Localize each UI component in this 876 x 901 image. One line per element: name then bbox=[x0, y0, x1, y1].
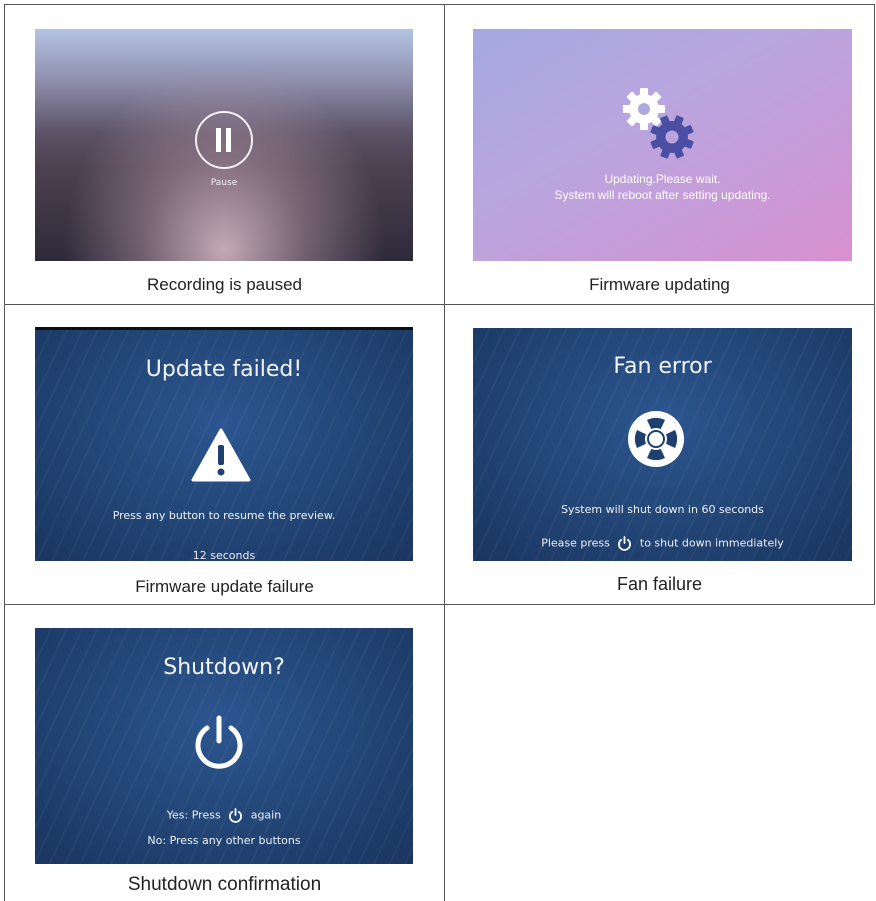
fan-error-message: System will shut down in 60 seconds bbox=[561, 503, 764, 516]
cell-firmware-updating: Updating.Please wait. System will reboot… bbox=[445, 5, 874, 304]
updating-message-line2: System will reboot after setting updatin… bbox=[554, 188, 771, 202]
pause-screen: Pause bbox=[35, 29, 413, 261]
fan-icon bbox=[627, 410, 685, 468]
cell-caption: Recording is paused bbox=[147, 275, 302, 294]
shutdown-title: Shutdown? bbox=[163, 655, 285, 680]
updating-screen: Updating.Please wait. System will reboot… bbox=[473, 29, 852, 261]
shutdown-no-line: No: Press any other buttons bbox=[147, 834, 301, 847]
cell-fan-failure: Fan error System will shut down in 60 se… bbox=[445, 305, 874, 604]
fan-error-press-line: Please press to shut down immediately bbox=[473, 536, 852, 551]
cell-shutdown-confirmation: Shutdown? Yes: Press again No: Press any… bbox=[5, 605, 444, 901]
warning-icon bbox=[190, 427, 252, 483]
yes-suffix: again bbox=[250, 808, 282, 822]
update-failed-countdown: 12 seconds bbox=[192, 549, 256, 561]
fan-error-title: Fan error bbox=[613, 354, 712, 379]
update-failed-title: Update failed! bbox=[145, 357, 303, 382]
press-prefix: Please press bbox=[541, 536, 610, 550]
shutdown-screen: Shutdown? Yes: Press again No: Press any… bbox=[35, 628, 413, 864]
cell-recording-paused: Pause Recording is paused bbox=[5, 5, 444, 304]
update-failed-message: Press any button to resume the preview. bbox=[112, 509, 336, 522]
update-failed-screen: Update failed! Press any button to resum… bbox=[35, 327, 413, 561]
cell-caption: Shutdown confirmation bbox=[127, 874, 322, 895]
table-border-right bbox=[874, 4, 875, 605]
power-icon bbox=[191, 714, 247, 772]
pause-icon bbox=[214, 128, 234, 152]
cell-caption: Fan failure bbox=[616, 574, 703, 594]
power-icon bbox=[617, 536, 632, 551]
gears-icon bbox=[620, 83, 700, 163]
pause-button[interactable] bbox=[195, 111, 253, 169]
yes-prefix: Yes: Press bbox=[166, 808, 221, 822]
cell-caption: Firmware update failure bbox=[135, 577, 314, 596]
cell-empty bbox=[445, 605, 875, 901]
press-suffix: to shut down immediately bbox=[639, 536, 784, 550]
fan-error-screen: Fan error System will shut down in 60 se… bbox=[473, 328, 852, 561]
power-icon bbox=[228, 808, 243, 823]
cell-firmware-update-failure: Update failed! Press any button to resum… bbox=[5, 305, 444, 604]
pause-label: Pause bbox=[210, 178, 238, 188]
updating-message-line1: Updating.Please wait. bbox=[604, 172, 721, 186]
cell-caption: Firmware updating bbox=[589, 275, 730, 294]
shutdown-yes-line: Yes: Press again bbox=[35, 808, 413, 823]
